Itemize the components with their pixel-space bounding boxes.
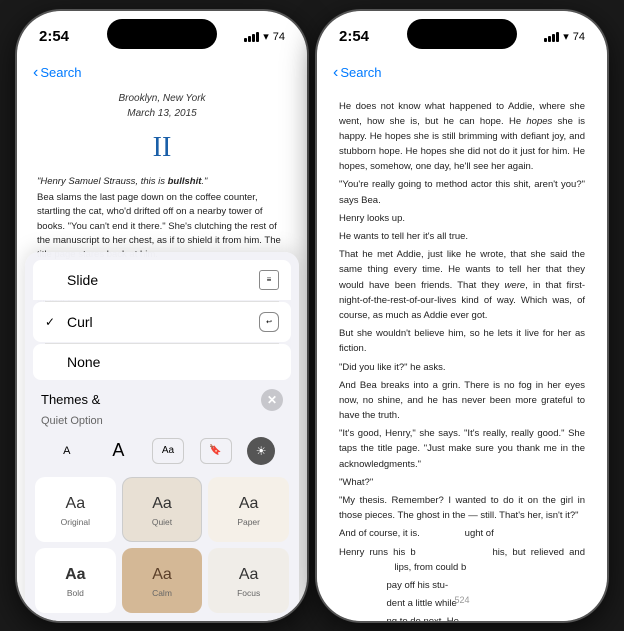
calm-aa: Aa [152,566,172,584]
small-font-button[interactable]: A [49,437,85,465]
calm-label: Calm [152,588,172,598]
signal-bar-r3 [552,34,555,42]
book-location: Brooklyn, New York March 13, 2015 [37,91,287,122]
signal-bar-r4 [556,32,559,42]
quiet-option-label: Quiet Option [25,415,299,431]
signal-bar-3 [252,34,255,42]
signal-bars-left [244,32,259,42]
para-8: And Bea breaks into a grin. There is no … [339,378,585,424]
theme-calm[interactable]: Aa Calm [122,548,203,613]
themes-header: Themes & ✕ [25,381,299,415]
paper-aa: Aa [239,495,259,513]
paper-label: Paper [237,517,260,527]
left-phone: 2:54 ▾ 74 ‹ S [17,11,307,621]
para-5: That he met Addie, just like he wrote, t… [339,247,585,323]
curl-option[interactable]: ✓ Curl ↩ [33,302,291,342]
chapter-numeral: II [37,126,287,169]
curl-icon: ↩ [259,312,279,332]
para-13: Henry runs his b his, but relieved and l… [339,545,585,575]
back-label-left: Search [40,65,81,80]
back-button-left[interactable]: ‹ Search [33,64,82,82]
focus-aa: Aa [239,566,259,584]
back-chevron-right: ‹ [333,64,338,82]
theme-bold[interactable]: Aa Bold [35,548,116,613]
font-toolbar: A A Aa 🔖 ☀ [25,431,299,471]
none-option[interactable]: None [33,344,291,380]
para-9: "It's good, Henry," she says. "It's real… [339,426,585,472]
bold-label: Bold [67,588,84,598]
theme-paper[interactable]: Aa Paper [208,477,289,542]
status-icons-right: ▾ 74 [544,30,585,43]
quiet-aa: Aa [152,495,172,513]
wifi-icon-right: ▾ [563,30,569,43]
slide-icon: ≡ [259,270,279,290]
para-7: "Did you like it?" he asks. [339,360,585,375]
para-14: pay off his stu- [339,578,585,593]
para-6: But she wouldn't believe him, so he lets… [339,326,585,356]
nav-bar-right: ‹ Search [317,55,607,91]
wifi-icon-left: ▾ [263,30,269,43]
large-font-button[interactable]: A [100,437,136,465]
quiet-label: Quiet [152,517,172,527]
curl-checkmark: ✓ [45,315,59,329]
bookmark-icon: 🔖 [209,445,221,456]
back-button-right[interactable]: ‹ Search [333,64,382,82]
book-content-right: He does not know what happened to Addie,… [317,91,607,621]
theme-grid: Aa Original Aa Quiet Aa Paper Aa [25,471,299,621]
overlay-menu: Slide ≡ ✓ Curl ↩ [17,252,307,621]
animation-options: Slide ≡ ✓ Curl ↩ [25,260,299,380]
brightness-button[interactable]: ☀ [247,437,275,465]
font-style-button[interactable]: Aa [152,438,184,464]
para-2: "You're really going to method actor thi… [339,177,585,207]
themes-title: Themes & [41,392,100,407]
para-11: "My thesis. Remember? I wanted to do it … [339,493,585,523]
signal-bar-r1 [544,38,547,42]
theme-focus[interactable]: Aa Focus [208,548,289,613]
signal-bars-right [544,32,559,42]
close-button[interactable]: ✕ [261,389,283,411]
right-phone: 2:54 ▾ 74 ‹ S [317,11,607,621]
nav-bar-left: ‹ Search [17,55,307,91]
para-1: He does not know what happened to Addie,… [339,99,585,175]
page-number: 524 [317,595,607,605]
bookmark-button[interactable]: 🔖 [200,438,232,464]
slide-label: Slide [67,272,98,288]
theme-original[interactable]: Aa Original [35,477,116,542]
signal-bar-r2 [548,36,551,42]
dynamic-island [107,19,217,49]
slide-menu: Slide ≡ ✓ Curl ↩ [25,252,299,621]
slide-option[interactable]: Slide ≡ [33,260,291,300]
para-10: "What?" [339,475,585,490]
original-aa: Aa [66,495,86,513]
back-chevron-left: ‹ [33,64,38,82]
para-12: And of course, it is. ught of [339,526,585,541]
para-4: He wants to tell her it's all true. [339,229,585,244]
para-16: ng to do next. He [339,614,585,620]
original-label: Original [61,517,90,527]
font-style-icon: Aa [162,445,174,456]
curl-label: Curl [67,314,93,330]
none-label: None [67,354,100,370]
para-3: Henry looks up. [339,211,585,226]
signal-bar-4 [256,32,259,42]
battery-right: 74 [573,31,585,43]
status-icons-left: ▾ 74 [244,30,285,43]
eye-icon-symbol: ☀ [256,444,267,458]
dynamic-island-right [407,19,517,49]
signal-bar-1 [244,38,247,42]
signal-bar-2 [248,36,251,42]
phones-container: 2:54 ▾ 74 ‹ S [17,11,607,621]
bold-aa: Aa [65,566,85,584]
back-label-right: Search [340,65,381,80]
time-left: 2:54 [39,28,69,45]
time-right: 2:54 [339,28,369,45]
battery-left: 74 [273,31,285,43]
theme-quiet[interactable]: Aa Quiet [122,477,203,542]
focus-label: Focus [237,588,260,598]
